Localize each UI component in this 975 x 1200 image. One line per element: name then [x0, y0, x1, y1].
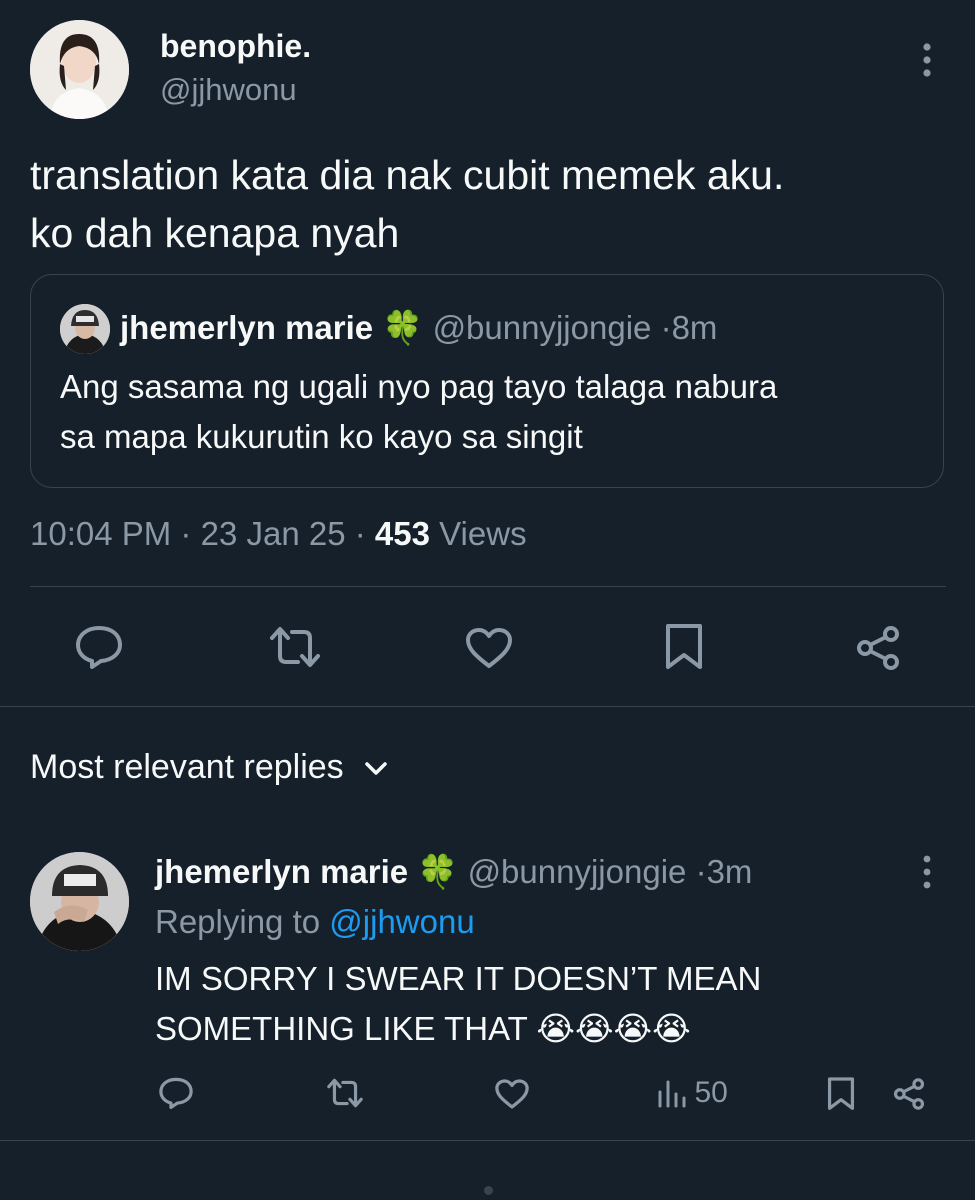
clover-emoji: 🍀 [382, 309, 424, 346]
repost-icon[interactable] [268, 624, 322, 670]
divider [0, 706, 975, 707]
reply-author-avatar[interactable] [30, 852, 129, 951]
quote-separator: · [660, 309, 672, 346]
reply-views[interactable]: 50 [656, 1076, 728, 1112]
share-icon[interactable] [854, 624, 902, 672]
quote-author-handle[interactable]: @bunnyjjongie [433, 309, 652, 346]
views-count: 453 [374, 515, 430, 552]
quote-text: Ang sasama ng ugali nyo pag tayo talaga … [60, 362, 777, 462]
loading-dot [484, 1186, 493, 1195]
clover-emoji: 🍀 [417, 853, 459, 890]
reply-text-line: IM SORRY I SWEAR IT DOESN’T MEAN [155, 960, 762, 997]
views-chart-icon [656, 1078, 688, 1108]
meta-separator: · [354, 515, 366, 552]
reply-repost-icon[interactable] [326, 1076, 364, 1110]
replies-sort-label: Most relevant replies [30, 748, 344, 786]
crying-emojis: 😭😭😭😭 [536, 1010, 691, 1047]
reply-reply-icon[interactable] [158, 1076, 194, 1110]
reply-time[interactable]: 3m [707, 853, 753, 890]
reply-separator: · [695, 853, 707, 890]
reply-views-count: 50 [694, 1076, 728, 1109]
replies-sort-dropdown[interactable]: Most relevant replies [30, 744, 389, 790]
author-avatar[interactable] [30, 20, 129, 119]
views-label: Views [439, 515, 527, 552]
reply-author-name[interactable]: jhemerlyn marie [155, 853, 408, 890]
more-options-icon[interactable] [912, 40, 942, 80]
post-date[interactable]: 23 Jan 25 [201, 515, 346, 552]
post-time[interactable]: 10:04 PM [30, 515, 171, 552]
author-handle[interactable]: @jjhwonu [160, 70, 297, 110]
meta-separator: · [180, 515, 192, 552]
quote-text-line: sa mapa kukurutin ko kayo sa singit [60, 418, 583, 455]
post-text-line: ko dah kenapa nyah [30, 210, 400, 256]
chevron-down-icon [363, 759, 389, 779]
quote-time[interactable]: 8m [672, 309, 718, 346]
bookmark-icon[interactable] [663, 622, 705, 672]
quote-text-line: Ang sasama ng ugali nyo pag tayo talaga … [60, 368, 778, 405]
divider [0, 1140, 975, 1141]
replying-to-label: Replying to [155, 903, 321, 940]
reply-author-line: jhemerlyn marie 🍀 @bunnyjjongie ·3m [155, 850, 752, 894]
author-name[interactable]: benophie. [160, 26, 311, 66]
like-icon[interactable] [464, 626, 514, 670]
post-text: translation kata dia nak cubit memek aku… [30, 146, 784, 262]
post-text-line: translation kata dia nak cubit memek aku… [30, 152, 785, 198]
quote-author-name[interactable]: jhemerlyn marie [120, 309, 373, 346]
reply-bookmark-icon[interactable] [826, 1076, 856, 1112]
replying-to-handle[interactable]: @jjhwonu [329, 903, 474, 940]
post-meta: 10:04 PM · 23 Jan 25 · 453 Views [30, 512, 527, 556]
reply-author-handle[interactable]: @bunnyjjongie [468, 853, 687, 890]
reply-icon[interactable] [74, 624, 124, 670]
reply-share-icon[interactable] [892, 1077, 926, 1111]
quote-author-avatar [60, 304, 110, 354]
divider [30, 586, 946, 587]
reply-text-line: SOMETHING LIKE THAT [155, 1010, 528, 1047]
quote-author-line: jhemerlyn marie 🍀 @bunnyjjongie ·8m [120, 306, 717, 350]
replying-to: Replying to @jjhwonu [155, 900, 475, 944]
reply-text: IM SORRY I SWEAR IT DOESN’T MEAN SOMETHI… [155, 954, 761, 1054]
reply-more-options-icon[interactable] [912, 852, 942, 892]
reply-like-icon[interactable] [494, 1078, 530, 1110]
